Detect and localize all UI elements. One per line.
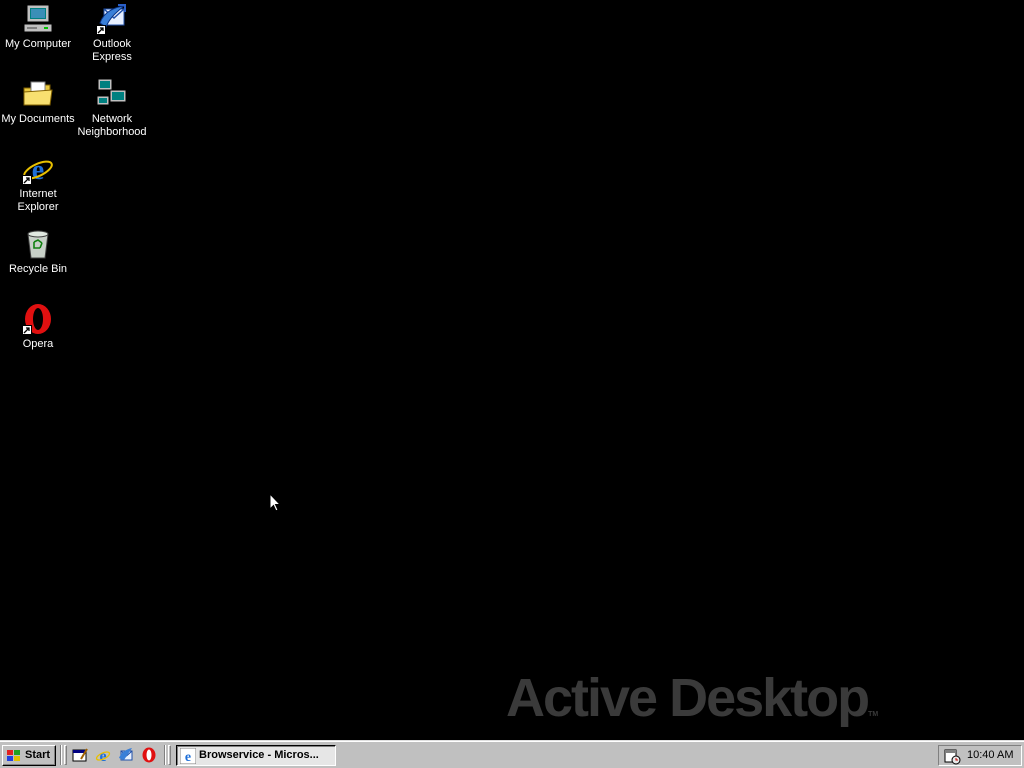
desktop-icon-label: Recycle Bin [8, 263, 68, 275]
svg-text:e: e [99, 748, 106, 763]
desktop-icon-internet-explorer[interactable]: e Internet Explorer [0, 153, 76, 214]
desktop-icon-outlook-express[interactable]: Outlook Express [74, 3, 150, 64]
quick-launch-grip[interactable] [64, 745, 67, 765]
recycle-bin-icon [22, 228, 54, 260]
internet-explorer-icon[interactable]: e [95, 747, 111, 765]
desktop-icon-my-computer[interactable]: My Computer [0, 3, 76, 51]
shortcut-arrow-icon [96, 25, 106, 35]
internet-explorer-icon: e [179, 747, 197, 767]
outlook-express-icon [96, 3, 128, 35]
windows-logo-icon [6, 749, 22, 766]
desktop-icon-label: My Computer [4, 38, 72, 50]
system-tray: 10:40 AM [938, 745, 1022, 766]
svg-text:e: e [32, 155, 44, 185]
opera-icon[interactable] [141, 747, 157, 763]
clock[interactable]: 10:40 AM [967, 749, 1013, 761]
desktop[interactable]: My Computer Outlook Express My Documents… [0, 0, 1024, 740]
task-area-grip[interactable] [168, 745, 171, 765]
desktop-icon-label: Opera [22, 338, 54, 350]
folder-icon [22, 78, 54, 110]
task-button-label: Browservice - Micros... [199, 749, 319, 761]
taskbar-separator [60, 745, 62, 765]
taskbar-separator [164, 745, 166, 765]
desktop-icon-label: Internet Explorer [17, 188, 59, 213]
desktop-icon-label: Outlook Express [92, 38, 132, 63]
outlook-express-icon[interactable] [118, 747, 134, 763]
desktop-icon-my-documents[interactable]: My Documents [0, 78, 76, 126]
desktop-icon-label: My Documents [1, 113, 75, 125]
show-desktop-icon[interactable] [72, 747, 88, 763]
desktop-icon-network-neighborhood[interactable]: Network Neighborhood [74, 78, 150, 139]
start-label: Start [25, 749, 51, 761]
shortcut-arrow-icon [22, 175, 32, 185]
shortcut-arrow-icon [22, 325, 32, 335]
computer-icon [22, 3, 54, 35]
taskbar: Start e e Browservice - Micros... 10:40 … [0, 740, 1024, 768]
desktop-icon-label: Network Neighborhood [77, 113, 147, 138]
active-desktop-wallpaper-text: Active DesktopTM [506, 668, 878, 745]
svg-text:e: e [185, 750, 191, 764]
opera-icon [22, 303, 54, 335]
task-button-browservice[interactable]: e Browservice - Micros... [176, 745, 336, 766]
network-icon [96, 78, 128, 110]
trademark-mark: TM [868, 711, 879, 718]
desktop-icon-opera[interactable]: Opera [0, 303, 76, 351]
internet-explorer-icon: e [22, 153, 54, 186]
desktop-icon-recycle-bin[interactable]: Recycle Bin [0, 228, 76, 276]
start-button[interactable]: Start [2, 745, 56, 766]
wallpaper-title: Active Desktop [506, 668, 870, 728]
task-scheduler-icon[interactable] [943, 747, 961, 768]
mouse-cursor-icon [269, 492, 282, 518]
